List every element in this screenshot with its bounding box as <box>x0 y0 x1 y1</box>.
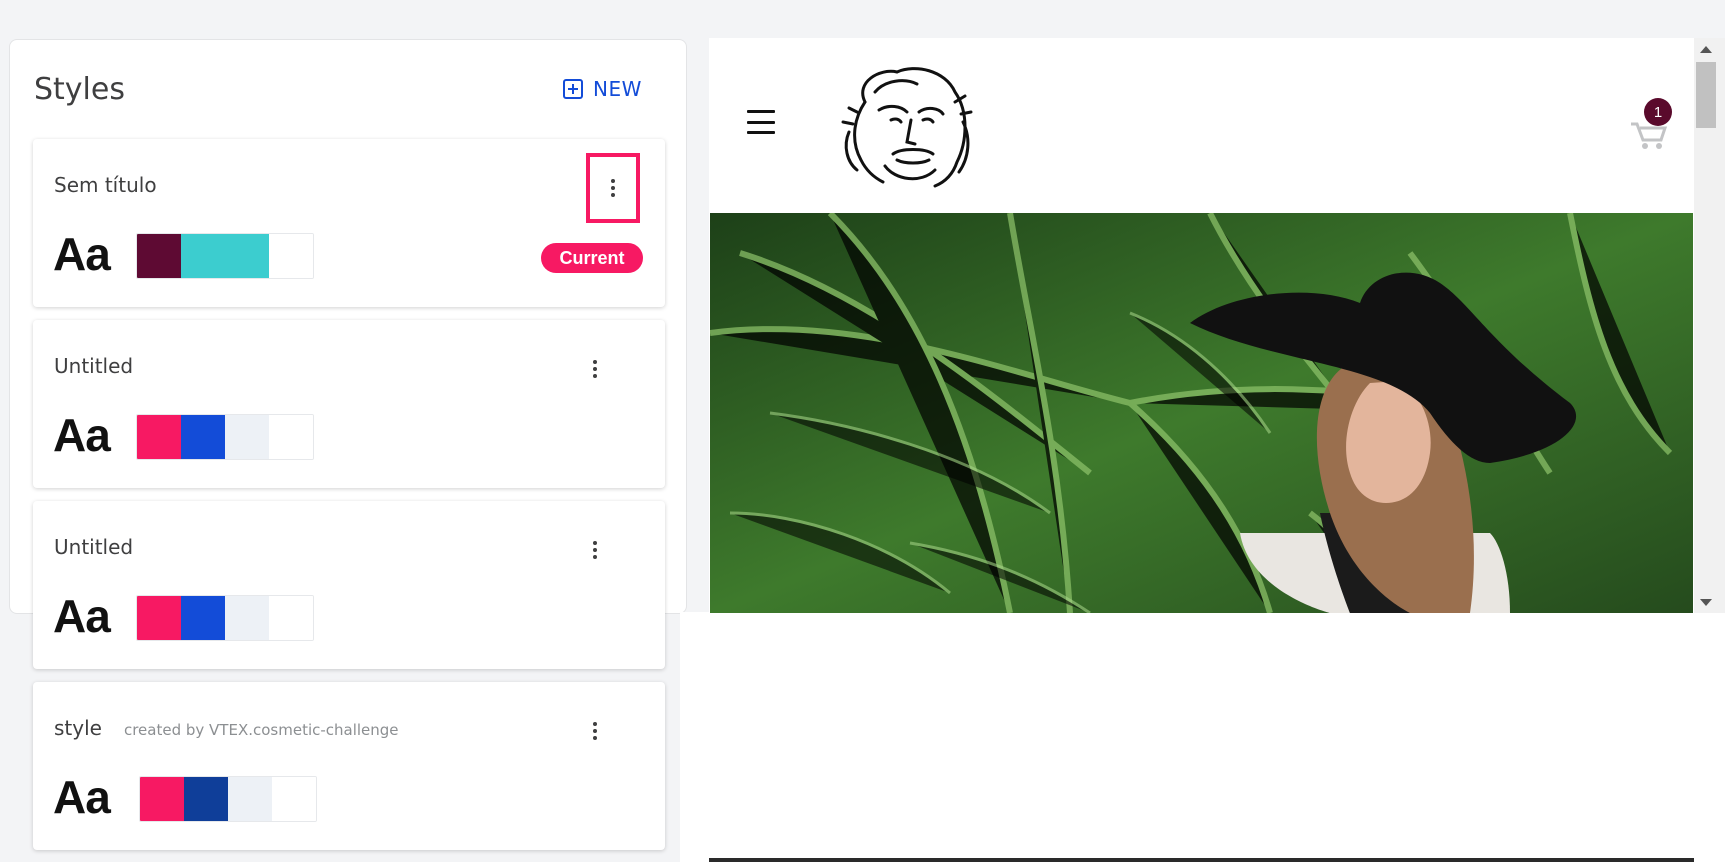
color-swatch <box>269 596 313 640</box>
scrollbar-thumb[interactable] <box>1696 62 1716 128</box>
style-card[interactable]: style created by VTEX.cosmetic-challenge… <box>33 682 665 850</box>
add-box-icon <box>563 79 583 99</box>
hero-image <box>710 213 1693 613</box>
color-swatch <box>272 777 316 821</box>
color-swatch <box>181 234 269 278</box>
color-swatch <box>181 415 225 459</box>
style-card[interactable]: Untitled Aa <box>33 501 665 669</box>
hamburger-icon[interactable] <box>747 110 775 134</box>
new-style-label: NEW <box>593 77 642 101</box>
new-style-button[interactable]: NEW <box>563 74 642 104</box>
color-swatches <box>136 233 314 279</box>
more-options-button[interactable] <box>582 356 608 382</box>
style-name: Sem título <box>54 173 157 197</box>
color-swatch <box>269 234 313 278</box>
style-name-row: Untitled <box>54 535 133 559</box>
face-logo-icon[interactable] <box>835 62 977 190</box>
typography-preview: Aa <box>53 771 111 823</box>
style-name: style <box>54 716 102 740</box>
kebab-menu-icon <box>593 360 597 364</box>
current-badge: Current <box>541 243 643 273</box>
style-name-row: Untitled <box>54 354 133 378</box>
style-card[interactable]: Untitled Aa <box>33 320 665 488</box>
style-name: Untitled <box>54 535 134 559</box>
color-swatch <box>137 234 181 278</box>
more-options-button[interactable] <box>582 718 608 744</box>
panel-title: Styles <box>34 72 125 107</box>
color-swatch <box>181 596 225 640</box>
kebab-menu-icon <box>593 722 597 726</box>
color-swatch <box>184 777 228 821</box>
preview-next-section <box>709 858 1694 862</box>
scroll-down-arrow-icon[interactable] <box>1700 599 1712 606</box>
style-name: Untitled <box>54 354 134 378</box>
style-name-row: style created by VTEX.cosmetic-challenge <box>54 716 399 740</box>
kebab-menu-icon <box>611 179 615 183</box>
preview-background <box>680 612 1725 862</box>
store-preview: 1 <box>709 38 1694 613</box>
typography-preview: Aa <box>53 228 111 280</box>
color-swatch <box>269 415 313 459</box>
typography-preview: Aa <box>53 409 111 461</box>
color-swatch <box>228 777 272 821</box>
color-swatches <box>136 595 314 641</box>
more-options-button[interactable] <box>586 153 640 223</box>
color-swatch <box>225 415 269 459</box>
store-header: 1 <box>709 38 1694 213</box>
color-swatches <box>139 776 317 822</box>
color-swatches <box>136 414 314 460</box>
color-swatch <box>137 415 181 459</box>
style-author: created by VTEX.cosmetic-challenge <box>123 721 399 739</box>
style-card[interactable]: Sem título Aa Current <box>33 139 665 307</box>
kebab-menu-icon <box>593 541 597 545</box>
more-options-button[interactable] <box>582 537 608 563</box>
color-swatch <box>140 777 184 821</box>
hero-banner[interactable] <box>710 213 1693 613</box>
color-swatch <box>137 596 181 640</box>
typography-preview: Aa <box>53 590 111 642</box>
color-swatch <box>225 596 269 640</box>
cart-count-badge: 1 <box>1644 98 1672 126</box>
scroll-up-arrow-icon[interactable] <box>1700 46 1712 53</box>
style-name-row: Sem título <box>54 173 157 197</box>
